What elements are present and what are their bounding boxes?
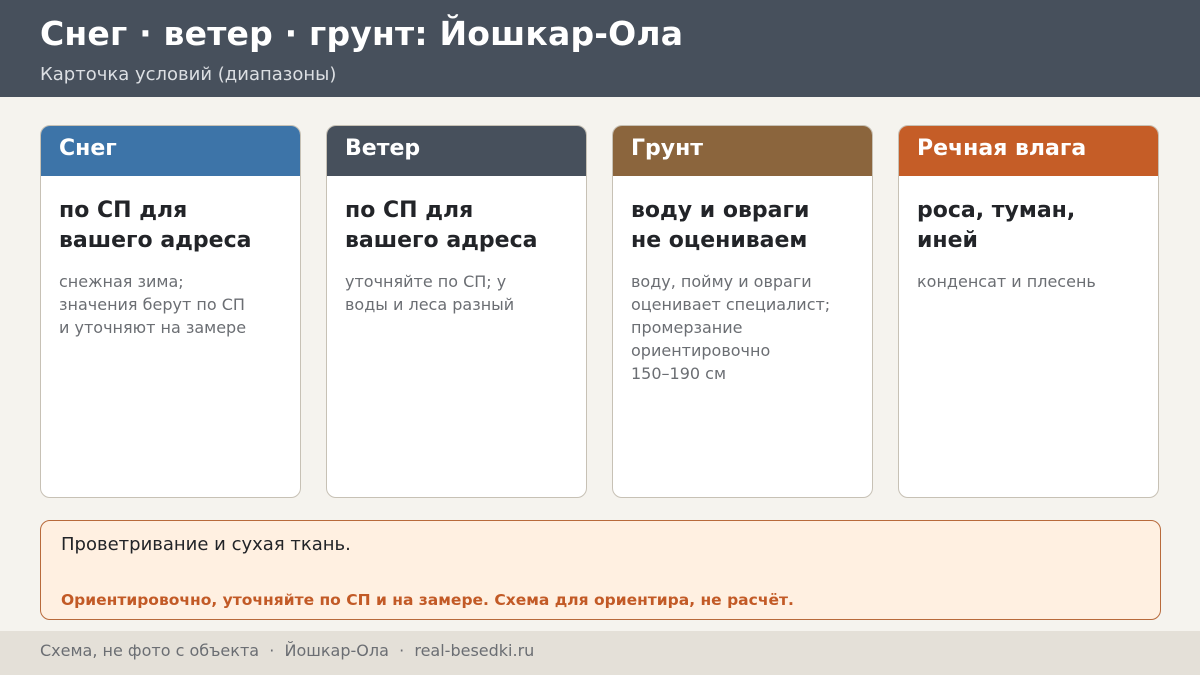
- card-title: по СП для вашего адреса: [345, 196, 568, 256]
- note-text: Проветривание и сухая ткань.: [61, 534, 351, 555]
- card-label: Речная влага: [917, 136, 1087, 161]
- note-warning: Ориентировочно, уточняйте по СП и на зам…: [61, 591, 794, 609]
- card-header: Речная влага: [899, 126, 1158, 176]
- card-label: Ветер: [345, 136, 421, 161]
- card-text-line: воду, пойму и овраги: [631, 272, 812, 291]
- header: Снег · ветер · грунт: Йошкар-Ола Карточк…: [0, 0, 1200, 97]
- page-subtitle: Карточка условий (диапазоны): [40, 64, 337, 85]
- condition-cards: Снег по СП для вашего адреса снежная зим…: [40, 125, 1161, 500]
- card-title-line: вашего адреса: [59, 228, 252, 253]
- card-title: роса, туман, иней: [917, 196, 1140, 256]
- card-text-line: ориентировочно: [631, 341, 771, 360]
- card-text-line: снежная зима;: [59, 272, 184, 291]
- footer-text: Схема, не фото с объекта · Йошкар-Ола · …: [40, 641, 535, 660]
- card-header: Грунт: [613, 126, 872, 176]
- card-text-line: и уточняют на замере: [59, 318, 247, 337]
- card-river-moisture: Речная влага роса, туман, иней конденсат…: [898, 125, 1159, 498]
- card-title-line: воду и овраги: [631, 198, 810, 223]
- card-text-line: 150–190 см: [631, 364, 727, 383]
- card-description: уточняйте по СП; у воды и леса разный: [345, 270, 568, 316]
- card-description: конденсат и плесень: [917, 270, 1140, 293]
- page-title: Снег · ветер · грунт: Йошкар-Ола: [40, 14, 684, 53]
- card-ground: Грунт воду и овраги не оцениваем воду, п…: [612, 125, 873, 498]
- card-title-line: не оцениваем: [631, 228, 808, 253]
- card-description: воду, пойму и овраги оценивает специалис…: [631, 270, 854, 385]
- card-title: по СП для вашего адреса: [59, 196, 282, 256]
- ventilation-note: Проветривание и сухая ткань. Ориентирово…: [40, 520, 1161, 620]
- card-text-line: конденсат и плесень: [917, 272, 1096, 291]
- card-title-line: роса, туман,: [917, 198, 1076, 223]
- card-title-line: по СП для: [345, 198, 474, 223]
- card-text-line: уточняйте по СП; у: [345, 272, 507, 291]
- card-text-line: значения берут по СП: [59, 295, 245, 314]
- card-title-line: иней: [917, 228, 978, 253]
- card-text-line: воды и леса разный: [345, 295, 515, 314]
- card-snow: Снег по СП для вашего адреса снежная зим…: [40, 125, 301, 498]
- card-description: снежная зима; значения берут по СП и уто…: [59, 270, 282, 339]
- footer: Схема, не фото с объекта · Йошкар-Ола · …: [0, 631, 1200, 675]
- card-header: Ветер: [327, 126, 586, 176]
- card-header: Снег: [41, 126, 300, 176]
- card-label: Грунт: [631, 136, 704, 161]
- card-text-line: промерзание: [631, 318, 743, 337]
- card-title: воду и овраги не оцениваем: [631, 196, 854, 256]
- card-wind: Ветер по СП для вашего адреса уточняйте …: [326, 125, 587, 498]
- card-text-line: оценивает специалист;: [631, 295, 831, 314]
- card-label: Снег: [59, 136, 117, 161]
- card-title-line: по СП для: [59, 198, 188, 223]
- card-title-line: вашего адреса: [345, 228, 538, 253]
